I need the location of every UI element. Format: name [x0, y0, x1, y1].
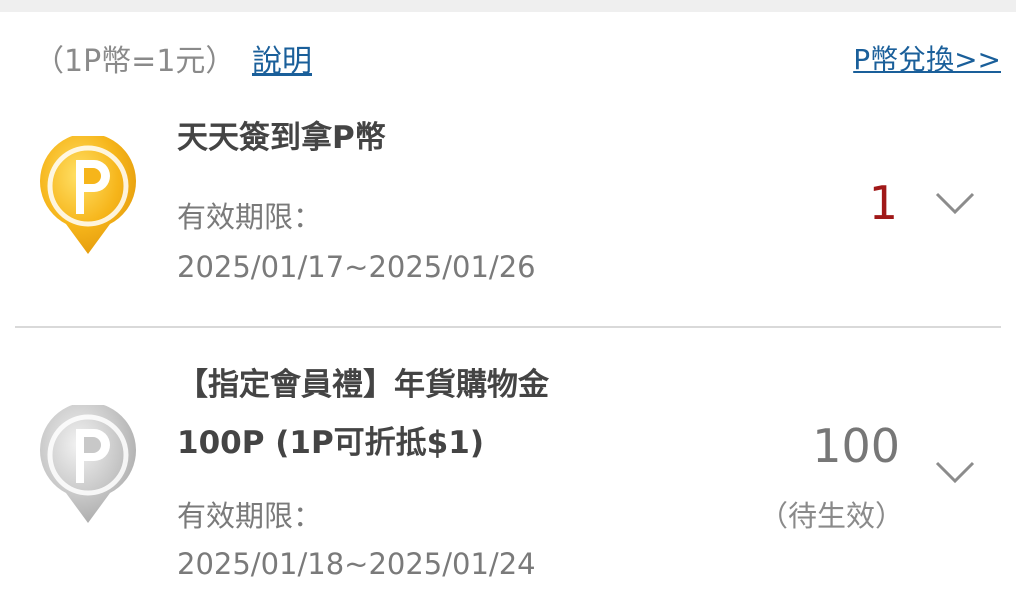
exchange-rate-text: （1P幣=1元） — [34, 44, 236, 79]
points-item-member-gift[interactable]: 【指定會員禮】年貨購物金 100P (1P可折抵$1) 有效期限： 2025/0… — [0, 329, 1016, 615]
explain-link[interactable]: 說明 — [252, 36, 312, 80]
item-title: 天天簽到拿P幣 — [177, 120, 386, 156]
validity-label: 有效期限： — [177, 499, 323, 533]
chevron-down-icon[interactable] — [934, 190, 976, 216]
item-title: 【指定會員禮】年貨購物金 — [177, 367, 549, 403]
points-header: （1P幣=1元） 說明 P幣兌換>> — [0, 12, 1016, 102]
top-bar — [0, 0, 1016, 12]
p-coin-gold-icon — [40, 136, 136, 254]
points-amount: 100 — [812, 419, 900, 473]
points-amount: 1 — [868, 176, 898, 230]
p-coin-gray-icon — [40, 405, 136, 523]
chevron-down-icon[interactable] — [934, 459, 976, 485]
validity-label: 有效期限： — [177, 200, 323, 234]
validity-date-range: 2025/01/17~2025/01/26 — [177, 250, 536, 284]
item-divider — [15, 326, 1001, 328]
points-item-daily-checkin[interactable]: 天天簽到拿P幣 有效期限： 2025/01/17~2025/01/26 1 — [0, 102, 1016, 328]
item-subtitle: 100P (1P可折抵$1) — [177, 425, 484, 461]
validity-date-range: 2025/01/18~2025/01/24 — [177, 547, 536, 581]
pending-status: （待生效） — [758, 499, 904, 533]
p-coin-exchange-link[interactable]: P幣兌換>> — [853, 38, 1001, 78]
